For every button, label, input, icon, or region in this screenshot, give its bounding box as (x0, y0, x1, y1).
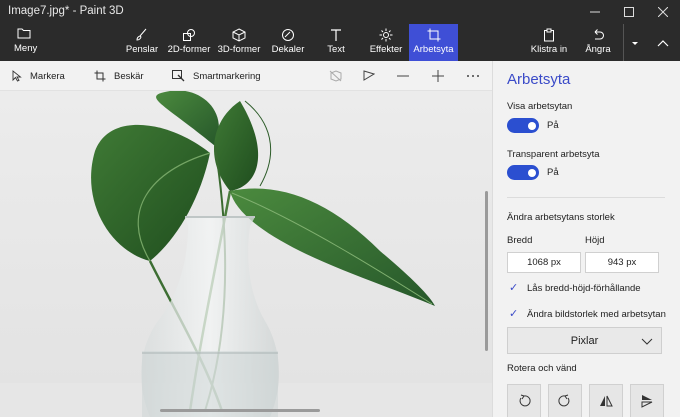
show-canvas-toggle[interactable] (507, 118, 539, 133)
2d-shapes-icon (183, 29, 195, 41)
rotate-left-icon (519, 394, 531, 407)
plus-icon (432, 70, 444, 82)
text-icon (331, 29, 341, 41)
vertical-scrollbar[interactable] (485, 191, 488, 351)
tab-stickers-label: Dekaler (271, 44, 305, 55)
horizontal-scrollbar[interactable] (160, 409, 320, 412)
collapse-ribbon-button[interactable] (650, 24, 676, 61)
magic-select-label: Smartmarkering (193, 70, 261, 82)
flip-vertical-icon (641, 395, 653, 408)
rotate-heading: Rotera och vänd (507, 363, 577, 374)
zoom-in-button[interactable] (429, 61, 447, 91)
tab-2d-shapes[interactable]: 2D-former (166, 24, 212, 61)
rotate-left-button[interactable] (507, 384, 541, 417)
minus-icon (397, 75, 409, 77)
tab-3d-shapes[interactable]: 3D-former (216, 24, 262, 61)
chevron-up-icon (657, 40, 669, 47)
tab-text[interactable]: Text (320, 24, 352, 61)
tab-canvas-label: Arbetsyta (413, 44, 454, 55)
paste-button[interactable]: Klistra in (528, 24, 570, 61)
ribbon: Meny Penslar 2D-former 3D-former Dekaler… (0, 24, 680, 61)
minimize-button[interactable] (578, 0, 612, 24)
height-label: Höjd (585, 235, 605, 246)
window-title: Image7.jpg* - Paint 3D (8, 5, 124, 17)
width-field[interactable]: 1068 px (507, 252, 581, 273)
lock-ratio-checkbox[interactable]: ✓ (509, 281, 518, 294)
paste-label: Klistra in (530, 44, 568, 55)
divider (507, 197, 665, 198)
width-label: Bredd (507, 235, 533, 246)
crop-tool[interactable]: Beskär (94, 61, 144, 91)
folder-icon (17, 28, 31, 39)
rotate-right-icon (558, 394, 570, 407)
tab-brushes[interactable]: Penslar (123, 24, 161, 61)
title-bar: Image7.jpg* - Paint 3D (0, 0, 680, 24)
undo-label: Ångra (585, 44, 611, 55)
tab-stickers[interactable]: Dekaler (269, 24, 307, 61)
crop-icon (94, 70, 106, 82)
unit-selected: Pixlar (570, 334, 599, 347)
show-canvas-label: Visa arbetsytan (507, 101, 573, 112)
tab-brushes-label: Penslar (125, 44, 159, 55)
3d-shapes-icon (232, 28, 246, 42)
flag-button[interactable] (360, 61, 378, 91)
flip-vertical-button[interactable] (630, 384, 664, 417)
flag-icon (363, 70, 375, 81)
transparent-canvas-state: På (547, 167, 559, 178)
resize-image-label: Ändra bildstorlek med arbetsytan (527, 309, 666, 320)
tab-canvas[interactable]: Arbetsyta (409, 24, 458, 61)
menu-label: Meny (14, 43, 38, 54)
cube-icon (329, 70, 341, 82)
tab-2d-shapes-label: 2D-former (167, 44, 211, 55)
cursor-icon (12, 70, 22, 82)
drawing-canvas[interactable] (0, 91, 492, 417)
tab-text-label: Text (327, 44, 345, 55)
3d-view-button[interactable] (326, 61, 344, 91)
maximize-button[interactable] (612, 0, 646, 24)
magic-select-icon (172, 70, 185, 82)
height-field[interactable]: 943 px (585, 252, 659, 273)
history-dropdown[interactable] (623, 24, 645, 61)
chevron-down-icon (631, 42, 638, 45)
effects-icon (379, 28, 393, 42)
crop-label: Beskär (114, 70, 144, 82)
resize-image-checkbox[interactable]: ✓ (509, 307, 518, 320)
more-options-button[interactable] (464, 61, 482, 91)
show-canvas-state: På (547, 120, 559, 131)
menu-button[interactable]: Meny (0, 24, 50, 61)
resize-heading: Ändra arbetsytans storlek (507, 212, 615, 223)
canvas-panel: Arbetsyta Visa arbetsytan På Transparent… (492, 61, 680, 417)
more-icon (467, 75, 479, 77)
stickers-icon (282, 29, 294, 41)
tab-effects[interactable]: Effekter (367, 24, 405, 61)
tab-3d-shapes-label: 3D-former (217, 44, 261, 55)
canvas-icon (427, 28, 440, 42)
clipboard-icon (544, 28, 554, 42)
close-button[interactable] (646, 0, 680, 24)
undo-icon (594, 29, 604, 40)
select-label: Markera (30, 70, 65, 82)
rotate-right-button[interactable] (548, 384, 582, 417)
tab-effects-label: Effekter (369, 44, 403, 55)
panel-title: Arbetsyta (507, 71, 571, 88)
unit-dropdown[interactable]: Pixlar (507, 327, 662, 354)
plant-photo (0, 91, 492, 417)
transparent-canvas-toggle[interactable] (507, 165, 539, 180)
zoom-out-button[interactable] (394, 61, 412, 91)
brush-icon (136, 28, 147, 41)
magic-select-tool[interactable]: Smartmarkering (172, 61, 261, 91)
chevron-down-icon (641, 338, 653, 345)
transparent-canvas-label: Transparent arbetsyta (507, 149, 600, 160)
lock-ratio-label: Lås bredd-höjd-förhållande (527, 283, 641, 294)
canvas-toolbar: Markera Beskär Smartmarkering (0, 61, 492, 91)
flip-horizontal-button[interactable] (589, 384, 623, 417)
flip-horizontal-icon (600, 395, 613, 407)
undo-button[interactable]: Ångra (582, 24, 614, 61)
select-tool[interactable]: Markera (12, 61, 65, 91)
